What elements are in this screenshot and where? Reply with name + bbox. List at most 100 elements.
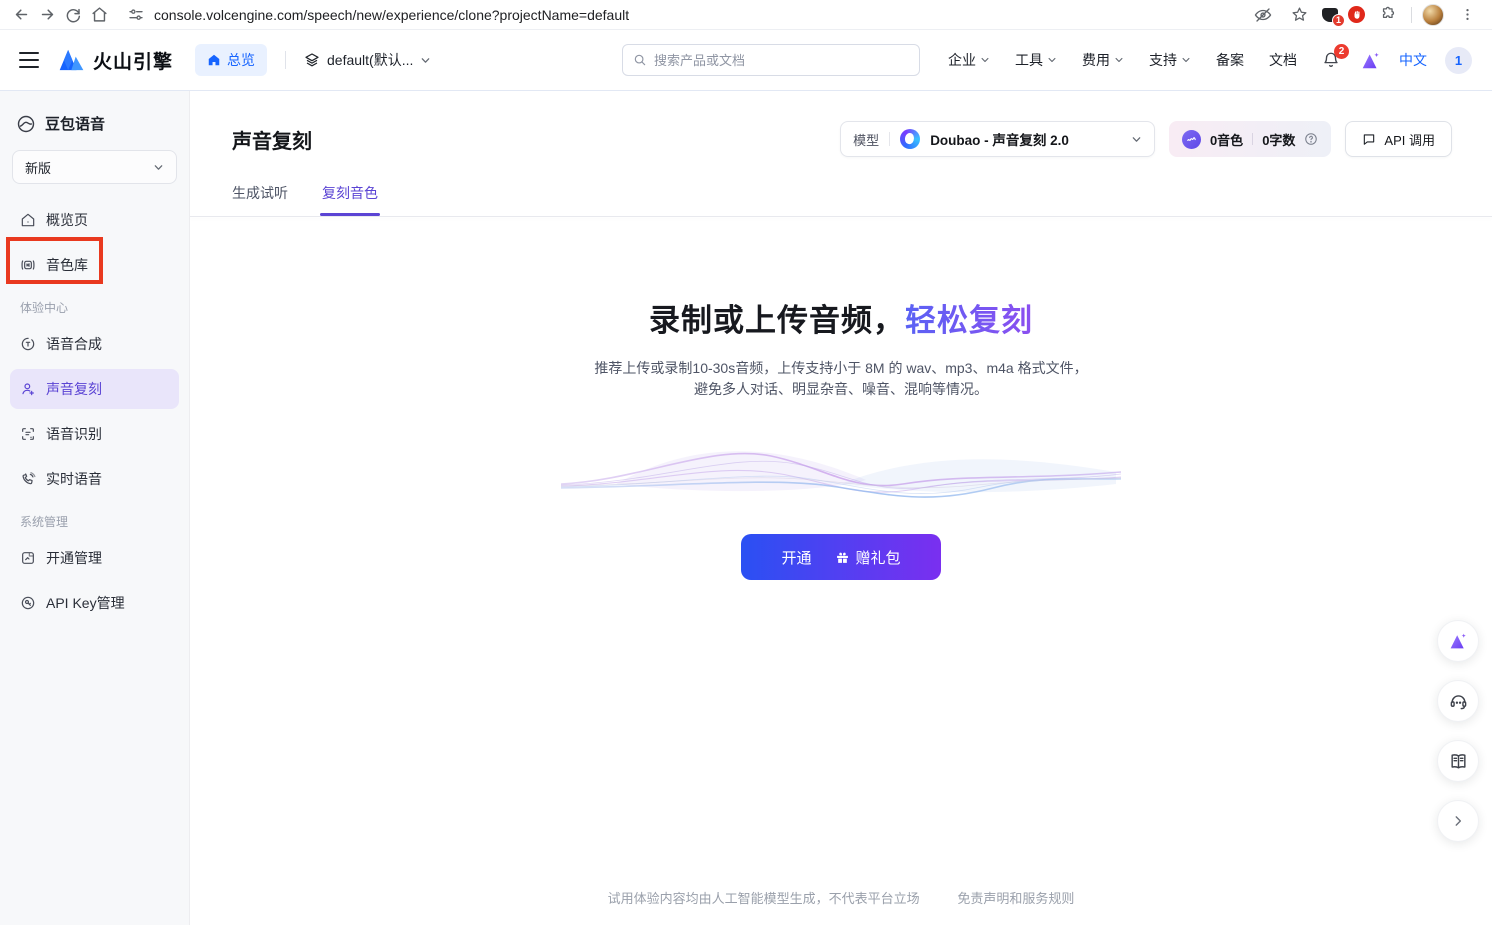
sidebar-section-system: 系统管理 bbox=[10, 504, 179, 538]
search-input[interactable] bbox=[654, 53, 909, 68]
sidebar-item-realtime-voice[interactable]: 实时语音 bbox=[10, 459, 179, 499]
extensions-puzzle-icon[interactable] bbox=[1375, 2, 1401, 28]
gift-icon bbox=[836, 551, 849, 564]
main-content: 声音复刻 模型 Doubao - 声音复刻 2.0 0音色 bbox=[190, 91, 1492, 925]
language-switch[interactable]: 中文 bbox=[1399, 50, 1427, 70]
hero-subtitle-line2: 避免多人对话、明显杂音、噪音、混响等情况。 bbox=[190, 379, 1492, 400]
asr-icon bbox=[20, 426, 36, 442]
notification-count-badge: 2 bbox=[1334, 44, 1349, 59]
sidebar-item-label: 概览页 bbox=[46, 210, 88, 230]
account-avatar[interactable]: 1 bbox=[1445, 47, 1472, 74]
nav-menu-support[interactable]: 支持 bbox=[1149, 50, 1191, 70]
page-title: 声音复刻 bbox=[232, 125, 312, 154]
browser-home-button[interactable] bbox=[86, 2, 112, 28]
quota-divider bbox=[1252, 133, 1253, 145]
chevron-down-icon bbox=[420, 55, 431, 66]
nav-menu-enterprise[interactable]: 企业 bbox=[948, 50, 990, 70]
browser-menu-kebab-icon[interactable] bbox=[1454, 2, 1480, 28]
browser-reload-button[interactable] bbox=[60, 2, 86, 28]
sidebar-item-tts[interactable]: 语音合成 bbox=[10, 324, 179, 364]
chevron-down-icon bbox=[1047, 55, 1057, 65]
ai-assistant-icon[interactable] bbox=[1360, 51, 1381, 70]
model-selector[interactable]: 模型 Doubao - 声音复刻 2.0 bbox=[840, 121, 1155, 157]
product-name: 豆包语音 bbox=[45, 113, 105, 134]
pill-divider bbox=[889, 132, 890, 146]
address-bar[interactable]: console.volcengine.com/speech/new/experi… bbox=[128, 7, 1250, 23]
quota-voice-count: 0音色 bbox=[1210, 130, 1243, 149]
chevron-down-icon bbox=[1114, 55, 1124, 65]
tab-divider-line bbox=[190, 216, 1492, 217]
ai-assistant-float-button[interactable] bbox=[1437, 620, 1479, 662]
menu-label: 工具 bbox=[1015, 50, 1043, 70]
voice-library-icon bbox=[20, 257, 36, 273]
activate-label: 开通 bbox=[781, 547, 811, 568]
global-search[interactable] bbox=[622, 44, 920, 76]
adblock-icon[interactable] bbox=[1348, 6, 1365, 23]
menu-label: 费用 bbox=[1082, 50, 1110, 70]
realtime-voice-icon bbox=[20, 471, 36, 487]
model-value: Doubao - 声音复刻 2.0 bbox=[930, 129, 1069, 149]
sidebar-item-asr[interactable]: 语音识别 bbox=[10, 414, 179, 454]
browser-back-button[interactable] bbox=[8, 2, 34, 28]
api-call-button[interactable]: API 调用 bbox=[1345, 121, 1452, 157]
version-value: 新版 bbox=[25, 158, 51, 177]
docs-book-button[interactable] bbox=[1437, 740, 1479, 782]
version-selector[interactable]: 新版 bbox=[12, 150, 177, 184]
bookmark-star-icon[interactable] bbox=[1286, 2, 1312, 28]
activation-icon bbox=[20, 550, 36, 566]
disclaimer-text: 试用体验内容均由人工智能模型生成，不代表平台立场 bbox=[608, 891, 920, 906]
url-text[interactable]: console.volcengine.com/speech/new/experi… bbox=[154, 7, 629, 23]
sidebar-item-label: 实时语音 bbox=[46, 469, 102, 489]
browser-profile-avatar[interactable] bbox=[1422, 4, 1444, 26]
mountain-logo-icon bbox=[58, 48, 85, 72]
help-question-icon[interactable] bbox=[1304, 132, 1318, 146]
tab-generate-preview[interactable]: 生成试听 bbox=[232, 183, 288, 216]
overview-nav-button[interactable]: 总览 bbox=[195, 44, 267, 76]
hide-eye-icon[interactable] bbox=[1250, 2, 1276, 28]
quota-badge[interactable]: 0音色 0字数 bbox=[1169, 121, 1331, 157]
chevron-down-icon bbox=[1131, 134, 1142, 145]
brand-name: 火山引擎 bbox=[93, 47, 173, 74]
activate-gift-button[interactable]: 开通 赠礼包 bbox=[741, 534, 941, 580]
sidebar-item-label: 开通管理 bbox=[46, 548, 102, 568]
support-headset-button[interactable] bbox=[1437, 680, 1479, 722]
browser-forward-button[interactable] bbox=[34, 2, 60, 28]
collapse-chevron-button[interactable] bbox=[1437, 800, 1479, 842]
menu-label: 文档 bbox=[1269, 50, 1297, 70]
waveform-graphic bbox=[561, 422, 1121, 522]
terms-link[interactable]: 免责声明和服务规则 bbox=[957, 891, 1074, 906]
menu-label: 企业 bbox=[948, 50, 976, 70]
console-top-nav: 火山引擎 总览 default(默认... 企业 工具 费用 支持 备案 bbox=[0, 30, 1492, 91]
sidebar-item-label: 音色库 bbox=[46, 255, 88, 275]
nav-menu-icp[interactable]: 备案 bbox=[1216, 50, 1244, 70]
nav-menu-tools[interactable]: 工具 bbox=[1015, 50, 1057, 70]
chevron-down-icon bbox=[153, 162, 164, 173]
search-icon bbox=[633, 53, 647, 67]
tts-icon bbox=[20, 336, 36, 352]
nav-menu-docs[interactable]: 文档 bbox=[1269, 50, 1297, 70]
sidebar-item-overview[interactable]: 概览页 bbox=[10, 200, 179, 240]
site-info-icon[interactable] bbox=[128, 7, 144, 23]
nav-menu-billing[interactable]: 费用 bbox=[1082, 50, 1124, 70]
sidebar-item-voice-library[interactable]: 音色库 bbox=[10, 245, 179, 285]
hamburger-menu-icon[interactable] bbox=[12, 43, 46, 77]
api-button-label: API 调用 bbox=[1384, 130, 1435, 149]
browser-toolbar: console.volcengine.com/speech/new/experi… bbox=[0, 0, 1492, 30]
volcengine-logo[interactable]: 火山引擎 bbox=[58, 47, 173, 74]
sidebar-item-label: API Key管理 bbox=[46, 593, 125, 613]
sidebar-item-activation[interactable]: 开通管理 bbox=[10, 538, 179, 578]
api-key-icon bbox=[20, 595, 36, 611]
project-selector[interactable]: default(默认... bbox=[304, 50, 431, 70]
tab-bar: 生成试听 复刻音色 bbox=[232, 183, 1452, 216]
menu-label: 支持 bbox=[1149, 50, 1177, 70]
sidebar-item-voice-clone[interactable]: 声音复刻 bbox=[10, 369, 179, 409]
sidebar-item-label: 语音合成 bbox=[46, 334, 102, 354]
tab-clone-voice[interactable]: 复刻音色 bbox=[322, 183, 378, 216]
extension-notes-icon[interactable]: 1 bbox=[1322, 8, 1338, 22]
sidebar-item-api-key[interactable]: API Key管理 bbox=[10, 583, 179, 623]
notifications-bell-icon[interactable]: 2 bbox=[1322, 51, 1340, 69]
hero-title-main: 录制或上传音频， bbox=[649, 303, 905, 338]
api-chat-icon bbox=[1362, 132, 1376, 146]
sidebar-section-experience: 体验中心 bbox=[10, 290, 179, 324]
home-icon bbox=[207, 53, 221, 67]
